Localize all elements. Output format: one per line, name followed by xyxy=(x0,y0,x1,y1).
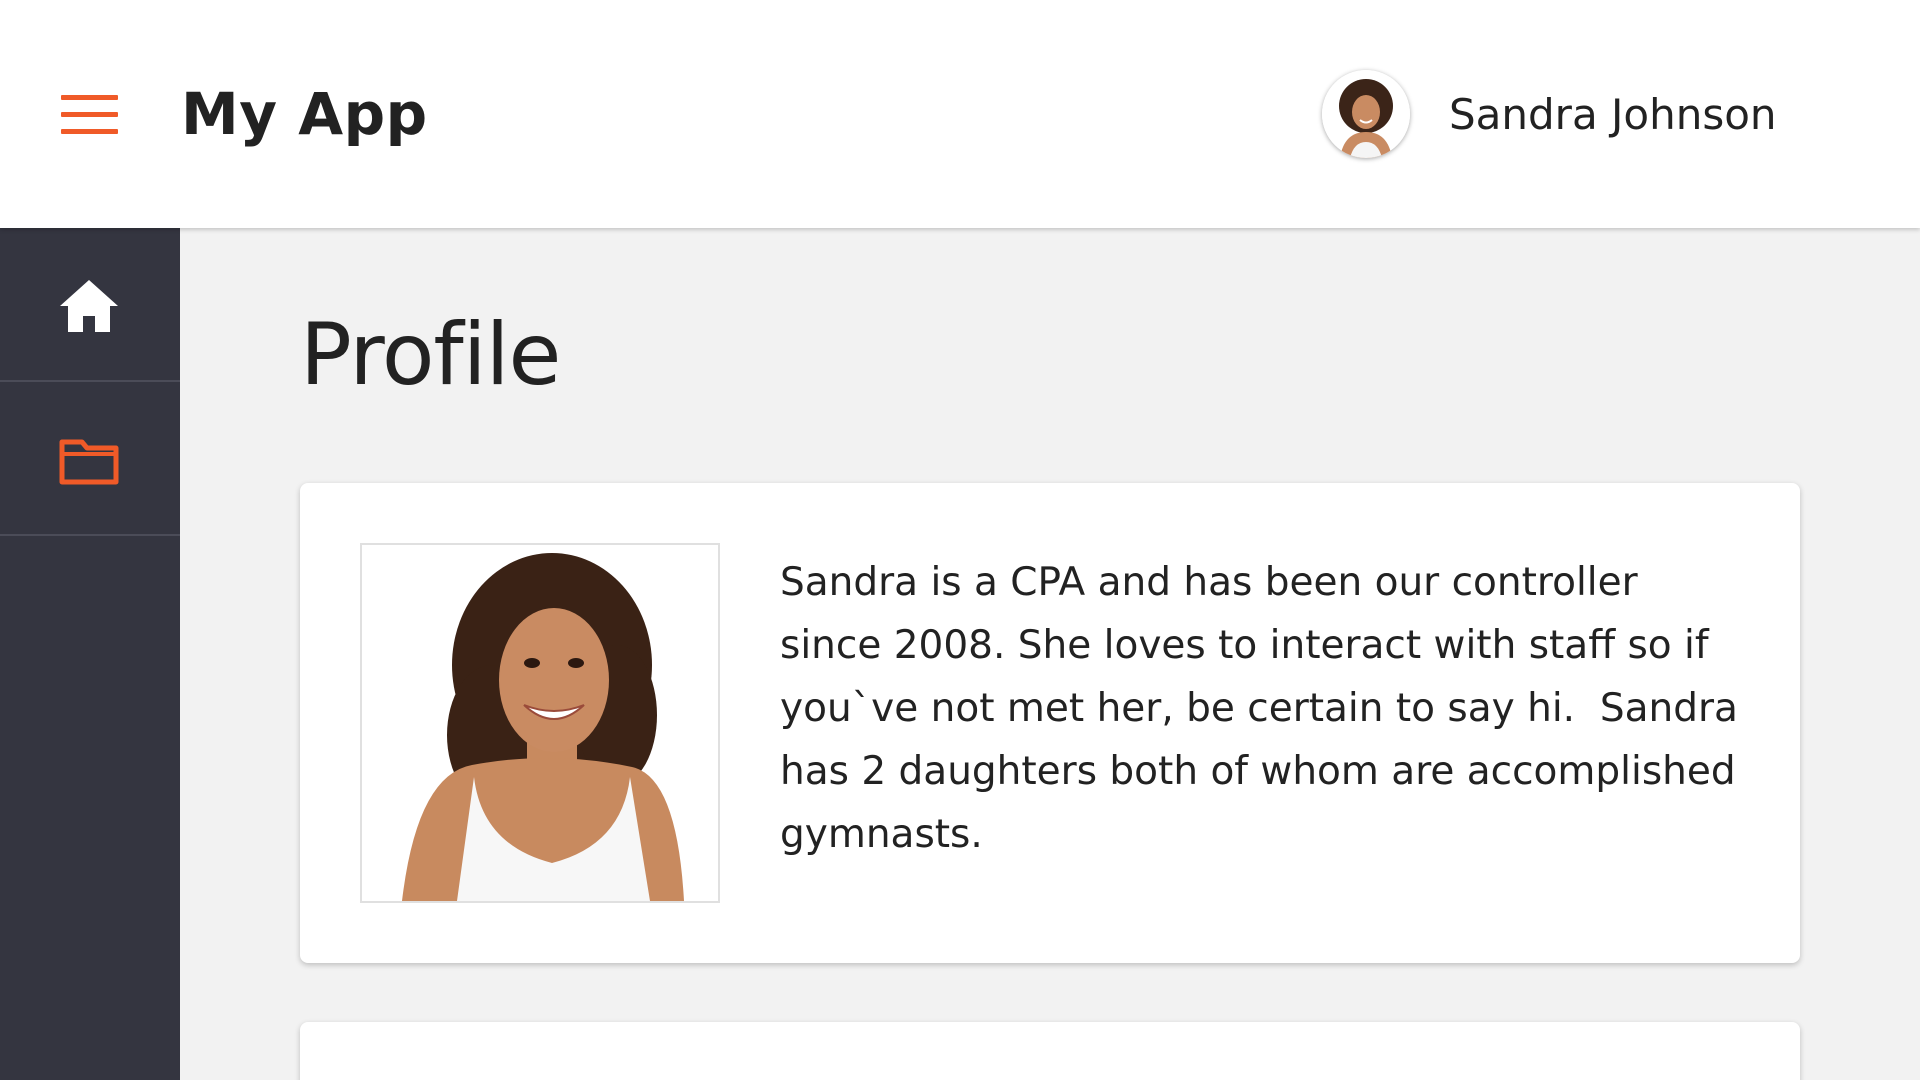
avatar-photo-icon xyxy=(1322,70,1410,158)
hamburger-menu-icon[interactable] xyxy=(61,95,118,135)
sidebar-item-home[interactable] xyxy=(0,228,180,382)
profile-photo xyxy=(360,543,720,903)
profile-photo-icon xyxy=(362,545,718,901)
sidebar-item-folder[interactable] xyxy=(0,382,180,536)
profile-card: Sandra is a CPA and has been our control… xyxy=(300,483,1800,963)
user-avatar[interactable] xyxy=(1322,70,1410,158)
user-name[interactable]: Sandra Johnson xyxy=(1449,90,1777,139)
folder-icon xyxy=(59,439,119,485)
profile-bio: Sandra is a CPA and has been our control… xyxy=(780,560,1751,857)
app-header: My App Sandra Johnson xyxy=(0,0,1920,228)
home-icon xyxy=(60,280,118,332)
app-title: My App xyxy=(181,80,428,148)
page-title: Profile xyxy=(300,305,561,405)
sidebar xyxy=(0,228,180,1080)
secondary-card xyxy=(300,1022,1800,1080)
